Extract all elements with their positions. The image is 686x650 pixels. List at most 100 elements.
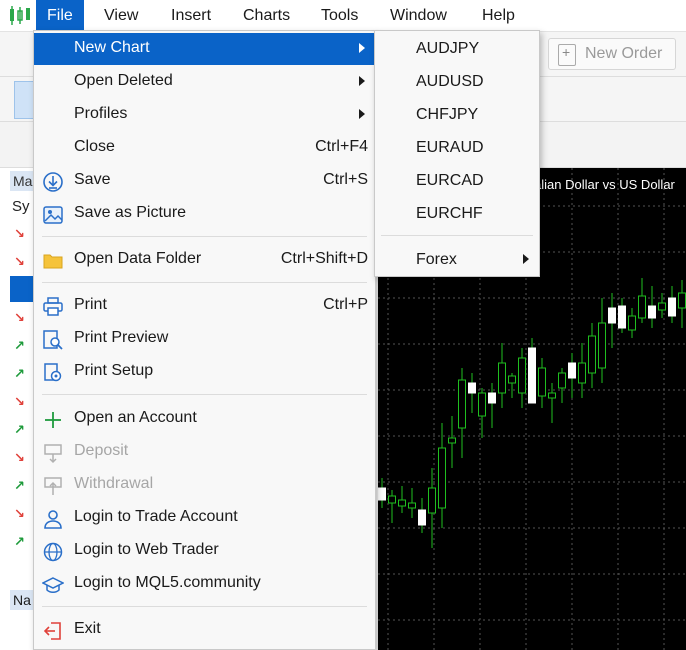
candle-body	[538, 367, 546, 397]
menu-file[interactable]: File	[36, 0, 84, 32]
candle-body	[408, 502, 416, 509]
candle-body	[438, 447, 446, 509]
menu-item-shortcut: Ctrl+S	[323, 171, 368, 188]
candle-body	[508, 375, 516, 384]
arrow-down-icon: ↘	[14, 254, 25, 269]
file-menu-dropdown: New Chart Open Deleted Profiles Close Ct…	[33, 30, 376, 650]
menu-item-open-account[interactable]: Open an Account	[34, 403, 375, 435]
exit-icon	[43, 622, 61, 640]
candle-body	[578, 362, 586, 384]
submenu-arrow-icon	[523, 254, 529, 264]
submenu-item-label: EURAUD	[416, 139, 484, 156]
candle-body	[558, 372, 566, 389]
submenu-item-chfjpy[interactable]: CHFJPY	[375, 98, 539, 130]
candle-body	[588, 335, 596, 374]
candle-body	[668, 297, 676, 317]
submenu-item-eurchf[interactable]: EURCHF	[375, 197, 539, 229]
menu-item-save-as-picture[interactable]: Save as Picture	[34, 198, 375, 230]
menu-item-shortcut: Ctrl+F4	[315, 138, 368, 155]
deposit-icon	[44, 444, 62, 464]
plus-icon	[45, 412, 61, 428]
candle-body	[678, 292, 686, 309]
new-order-label: New Order	[585, 45, 663, 62]
candle-body	[468, 382, 476, 394]
menu-item-exit[interactable]: Exit	[34, 614, 375, 646]
arrow-up-icon: ↗	[14, 534, 25, 549]
new-order-button[interactable]: New Order	[548, 38, 676, 70]
arrow-down-icon: ↘	[14, 506, 25, 521]
menu-item-print[interactable]: Print Ctrl+P	[34, 290, 375, 322]
menu-separator	[42, 282, 367, 283]
menu-item-withdrawal[interactable]: Withdrawal	[34, 469, 375, 501]
menu-item-profiles[interactable]: Profiles	[34, 99, 375, 131]
menu-item-label: Open Data Folder	[74, 250, 202, 267]
candle-body	[518, 357, 526, 394]
graduation-cap-icon	[42, 577, 64, 593]
menu-item-label: Print Preview	[74, 329, 169, 346]
menu-help[interactable]: Help	[471, 0, 526, 32]
candle-body	[388, 495, 396, 504]
chart-symbol-title: alian Dollar vs US Dollar	[534, 177, 675, 192]
candle-body	[428, 487, 436, 514]
symbol-column-header: Sy	[12, 198, 30, 215]
submenu-item-forex[interactable]: Forex	[375, 243, 539, 275]
menu-item-login-web-trader[interactable]: Login to Web Trader	[34, 535, 375, 567]
menu-item-open-deleted[interactable]: Open Deleted	[34, 66, 375, 98]
candle-body	[638, 295, 646, 319]
new-chart-submenu: AUDJPY AUDUSD CHFJPY EURAUD EURCAD EURCH…	[374, 30, 540, 277]
submenu-item-label: EURCHF	[416, 205, 483, 222]
folder-icon	[43, 254, 63, 269]
menu-tools[interactable]: Tools	[310, 0, 369, 32]
submenu-arrow-icon	[359, 109, 365, 119]
menu-item-save[interactable]: Save Ctrl+S	[34, 165, 375, 197]
menu-item-label: Close	[74, 138, 115, 155]
print-setup-icon	[44, 363, 62, 382]
candle-body	[488, 392, 496, 404]
submenu-arrow-icon	[359, 43, 365, 53]
menu-item-login-trade-account[interactable]: Login to Trade Account	[34, 502, 375, 534]
menu-insert[interactable]: Insert	[160, 0, 222, 32]
menu-item-shortcut: Ctrl+P	[323, 296, 368, 313]
menu-item-print-setup[interactable]: Print Setup	[34, 356, 375, 388]
chart-candles	[378, 278, 686, 548]
candle-body	[608, 307, 616, 324]
arrow-down-icon: ↘	[14, 394, 25, 409]
menu-item-label: Print Setup	[74, 362, 154, 379]
candle-body	[618, 305, 626, 329]
globe-icon	[43, 542, 63, 562]
candle-body	[528, 347, 536, 404]
menu-separator	[381, 235, 533, 236]
menu-item-login-mql5[interactable]: Login to MQL5.community	[34, 568, 375, 600]
candle-body	[478, 392, 486, 417]
menu-separator	[42, 606, 367, 607]
candle-body	[418, 509, 426, 526]
menu-window[interactable]: Window	[379, 0, 458, 32]
submenu-item-euraud[interactable]: EURAUD	[375, 131, 539, 163]
menu-item-print-preview[interactable]: Print Preview	[34, 323, 375, 355]
menu-item-open-data-folder[interactable]: Open Data Folder Ctrl+Shift+D	[34, 244, 375, 276]
submenu-item-label: AUDJPY	[416, 40, 480, 57]
new-order-icon	[558, 44, 576, 66]
menu-view[interactable]: View	[93, 0, 149, 32]
submenu-item-audusd[interactable]: AUDUSD	[375, 65, 539, 97]
candle-body	[498, 362, 506, 394]
submenu-item-audjpy[interactable]: AUDJPY	[375, 32, 539, 64]
candle-body	[448, 437, 456, 444]
menu-item-deposit[interactable]: Deposit	[34, 436, 375, 468]
candle-body	[598, 322, 606, 369]
menu-item-new-chart[interactable]: New Chart	[34, 33, 375, 65]
candle-body	[568, 362, 576, 379]
menu-item-label: Deposit	[74, 442, 129, 459]
user-icon	[44, 510, 62, 529]
menu-charts[interactable]: Charts	[232, 0, 301, 32]
menu-item-label: New Chart	[74, 39, 150, 56]
candle-body	[398, 499, 406, 507]
candle-body	[648, 305, 656, 319]
picture-icon	[43, 206, 63, 224]
arrow-down-icon: ↘	[14, 226, 25, 241]
print-preview-icon	[43, 330, 63, 350]
menu-item-close[interactable]: Close Ctrl+F4	[34, 132, 375, 164]
arrow-up-icon: ↗	[14, 422, 25, 437]
submenu-item-eurcad[interactable]: EURCAD	[375, 164, 539, 196]
menu-separator	[42, 236, 367, 237]
